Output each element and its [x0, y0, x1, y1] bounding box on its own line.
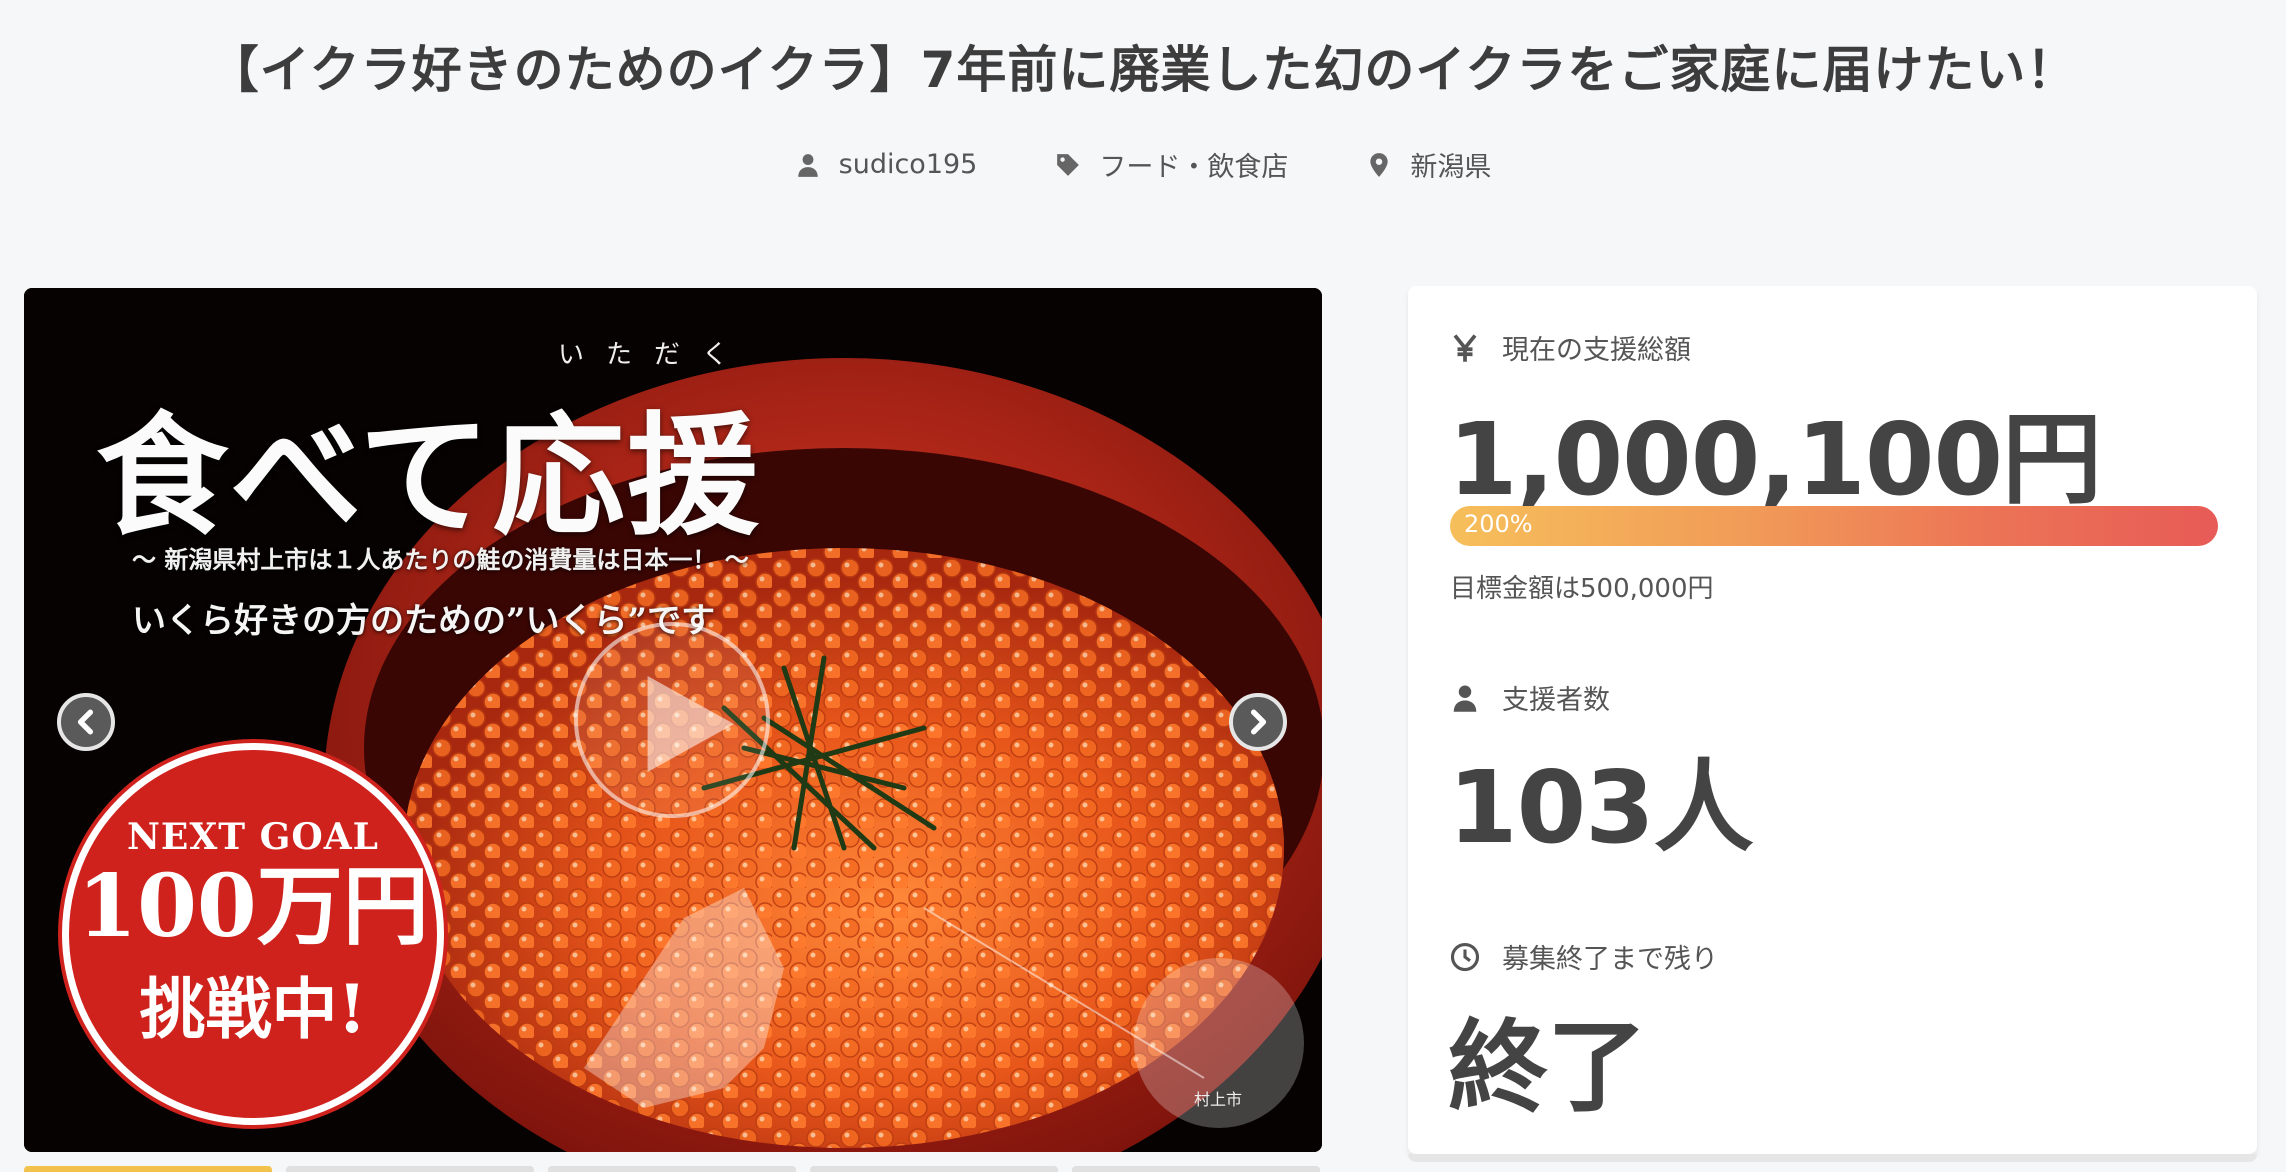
hero-subline-1: ～ 新潟県村上市は１人あたりの鮭の消費量は日本一！ ～: [132, 545, 749, 574]
map-pin-icon: [1370, 152, 1389, 177]
user-icon: [1453, 685, 1477, 712]
backers-label-text: 支援者数: [1502, 685, 1610, 716]
location-link[interactable]: 新潟県: [1366, 145, 1491, 184]
map-city-label: 村上市: [1194, 1090, 1243, 1109]
project-title: 【イクラ好きのためのイクラ】7年前に廃業した幻のイクラをご家庭に届けたい！: [208, 41, 2078, 99]
tag-icon: [1057, 153, 1080, 176]
panel-bottom-bar: [1408, 1154, 2257, 1162]
thumbnail-3[interactable]: [548, 1166, 796, 1172]
funding-stats-panel: 現在の支援総額 1,000,100円 200% 目標金額は500,000円 支援…: [1408, 286, 2257, 1154]
chevron-right-icon: [1250, 709, 1267, 735]
location-name: 新潟県: [1410, 152, 1492, 183]
funding-progress-bar: 200%: [1450, 506, 2218, 546]
play-video-button[interactable]: [574, 622, 770, 818]
thumbnail-4[interactable]: [810, 1166, 1058, 1172]
next-goal-badge: NEXT GOAL 100万円 挑戦中!: [62, 743, 444, 1125]
category-name: フード・飲食店: [1099, 152, 1289, 183]
thumbnail-5[interactable]: [1072, 1166, 1320, 1172]
total-amount-label: 現在の支援総額: [1450, 328, 1691, 367]
remaining-value: 終了: [1448, 1009, 1647, 1126]
badge-line-2: 100万円: [77, 855, 429, 957]
owner-link[interactable]: sudico195: [795, 145, 978, 184]
project-meta: sudico195 フード・飲食店 新潟県: [0, 145, 2286, 184]
play-icon: [647, 676, 734, 772]
thumbnail-strip: [24, 1166, 1320, 1172]
backers-value: 103人: [1448, 749, 1754, 866]
hero-headline: 食べて応援: [96, 399, 761, 554]
remaining-label: 募集終了まで残り: [1450, 937, 1718, 976]
progress-percent: 200%: [1464, 510, 1533, 538]
prev-slide-button[interactable]: [57, 693, 115, 751]
thumbnail-1[interactable]: [24, 1166, 272, 1172]
badge-line-1: NEXT GOAL: [127, 815, 379, 858]
next-slide-button[interactable]: [1229, 693, 1287, 751]
user-icon: [797, 153, 818, 177]
hero-slideshow[interactable]: いただく 食べて応援 ～ 新潟県村上市は１人あたりの鮭の消費量は日本一！ ～ い…: [24, 288, 1322, 1152]
backers-label: 支援者数: [1450, 678, 1610, 717]
category-link[interactable]: フード・飲食店: [1055, 145, 1288, 184]
hero-ruby: いただく: [558, 340, 751, 370]
owner-name: sudico195: [838, 149, 978, 180]
thumbnail-2[interactable]: [286, 1166, 534, 1172]
clock-icon: [1450, 942, 1480, 971]
goal-amount-text: 目標金額は500,000円: [1450, 574, 1714, 604]
total-amount-value: 1,000,100円: [1448, 401, 2102, 518]
remaining-label-text: 募集終了まで残り: [1502, 944, 1718, 975]
chevron-left-icon: [77, 709, 94, 735]
total-amount-label-text: 現在の支援総額: [1502, 335, 1691, 366]
badge-line-3: 挑戦中!: [139, 970, 367, 1049]
yen-icon: [1453, 333, 1477, 362]
